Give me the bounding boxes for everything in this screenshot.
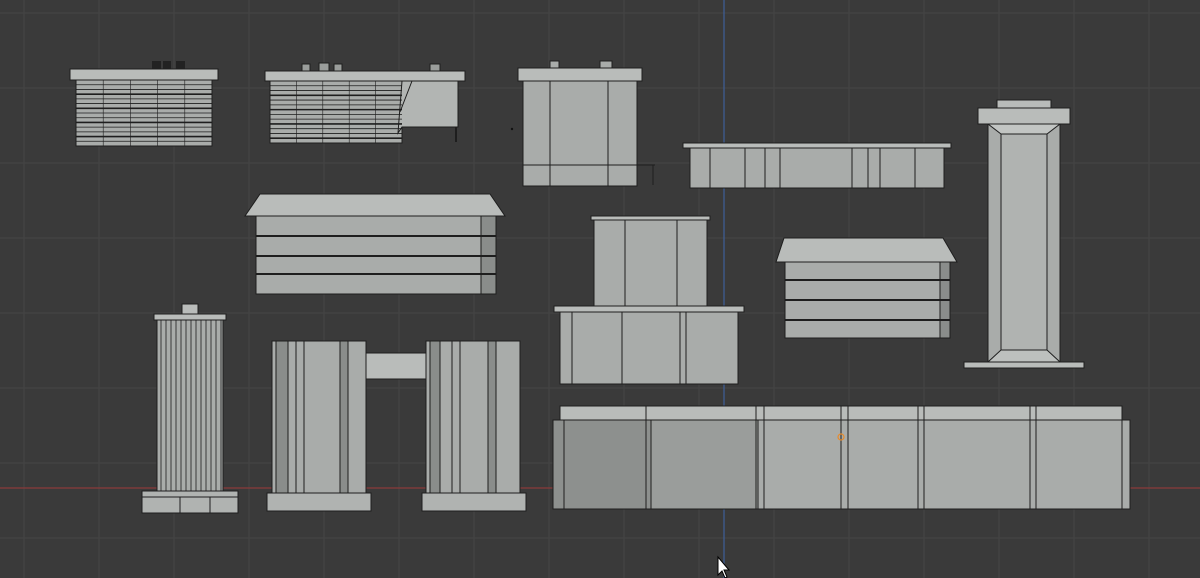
medium-flat-roof-box[interactable] [776,238,957,338]
long-wall-segment[interactable] [553,406,1130,509]
long-low-trough[interactable] [683,143,951,188]
roof-ac-unit-small[interactable] [70,61,218,146]
stacked-box-tower[interactable] [554,216,744,384]
cylindrical-tank[interactable] [142,304,238,513]
large-flat-roof-box[interactable] [245,194,505,294]
3d-viewport[interactable] [0,0,1200,578]
roof-box-with-vents[interactable] [518,61,655,186]
stray-vertex-dot [510,127,514,131]
tall-chimney-pillar[interactable] [964,100,1084,368]
viewport-canvas[interactable] [0,0,1200,578]
roof-ac-unit-with-duct[interactable] [265,63,465,143]
twin-pillar-gate[interactable] [267,341,526,511]
